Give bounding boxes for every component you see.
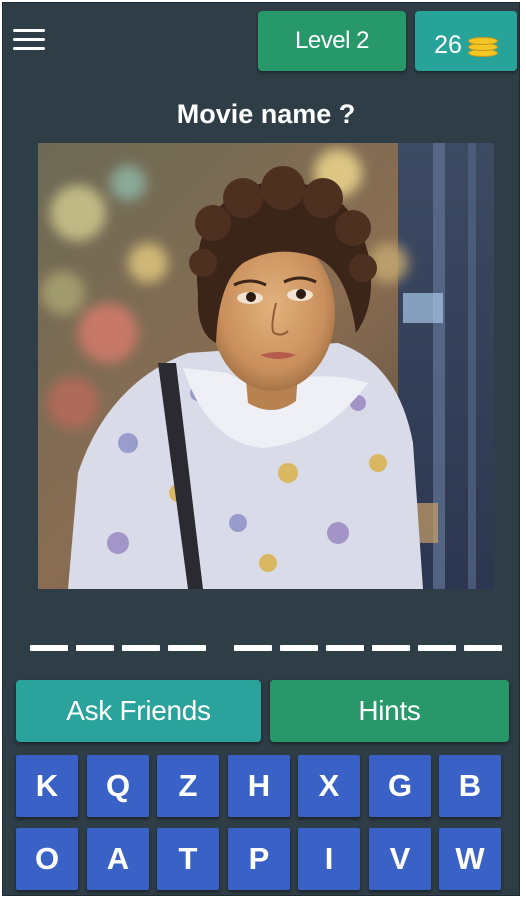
coin-stack-icon bbox=[467, 33, 498, 57]
answer-slots bbox=[3, 645, 519, 657]
answer-slot[interactable] bbox=[464, 645, 502, 651]
letter-key-a[interactable]: A bbox=[87, 828, 149, 890]
answer-slot[interactable] bbox=[76, 645, 114, 651]
hints-label: Hints bbox=[358, 695, 421, 726]
letter-key-h[interactable]: H bbox=[228, 755, 290, 817]
hints-button[interactable]: Hints bbox=[270, 680, 509, 742]
letter-key-k[interactable]: K bbox=[16, 755, 78, 817]
letter-key-o[interactable]: O bbox=[16, 828, 78, 890]
answer-slot[interactable] bbox=[30, 645, 68, 651]
answer-slot[interactable] bbox=[234, 645, 272, 651]
letter-key-g[interactable]: G bbox=[369, 755, 431, 817]
letter-key-i[interactable]: I bbox=[298, 828, 360, 890]
letter-key-x[interactable]: X bbox=[298, 755, 360, 817]
answer-slot[interactable] bbox=[168, 645, 206, 651]
letter-key-z[interactable]: Z bbox=[157, 755, 219, 817]
hamburger-menu-icon[interactable] bbox=[13, 27, 45, 53]
ask-friends-label: Ask Friends bbox=[66, 695, 211, 726]
answer-slot[interactable] bbox=[326, 645, 364, 651]
letter-key-p[interactable]: P bbox=[228, 828, 290, 890]
letter-key-q[interactable]: Q bbox=[87, 755, 149, 817]
letter-key-b[interactable]: B bbox=[439, 755, 501, 817]
letter-key-t[interactable]: T bbox=[157, 828, 219, 890]
answer-slot[interactable] bbox=[418, 645, 456, 651]
question-title: Movie name ? bbox=[176, 99, 356, 129]
answer-slot[interactable] bbox=[122, 645, 160, 651]
movie-still-image bbox=[38, 143, 494, 589]
coin-count: 26 bbox=[434, 30, 462, 59]
answer-slot[interactable] bbox=[372, 645, 410, 651]
game-screen: Level 2 26 Movie name ? Ask Friends Hint… bbox=[2, 2, 520, 896]
level-label: Level 2 bbox=[295, 27, 369, 54]
letter-key-w[interactable]: W bbox=[439, 828, 501, 890]
answer-slot[interactable] bbox=[280, 645, 318, 651]
coins-badge[interactable]: 26 bbox=[415, 11, 517, 71]
letter-key-v[interactable]: V bbox=[369, 828, 431, 890]
ask-friends-button[interactable]: Ask Friends bbox=[16, 680, 261, 742]
level-badge: Level 2 bbox=[258, 11, 406, 71]
